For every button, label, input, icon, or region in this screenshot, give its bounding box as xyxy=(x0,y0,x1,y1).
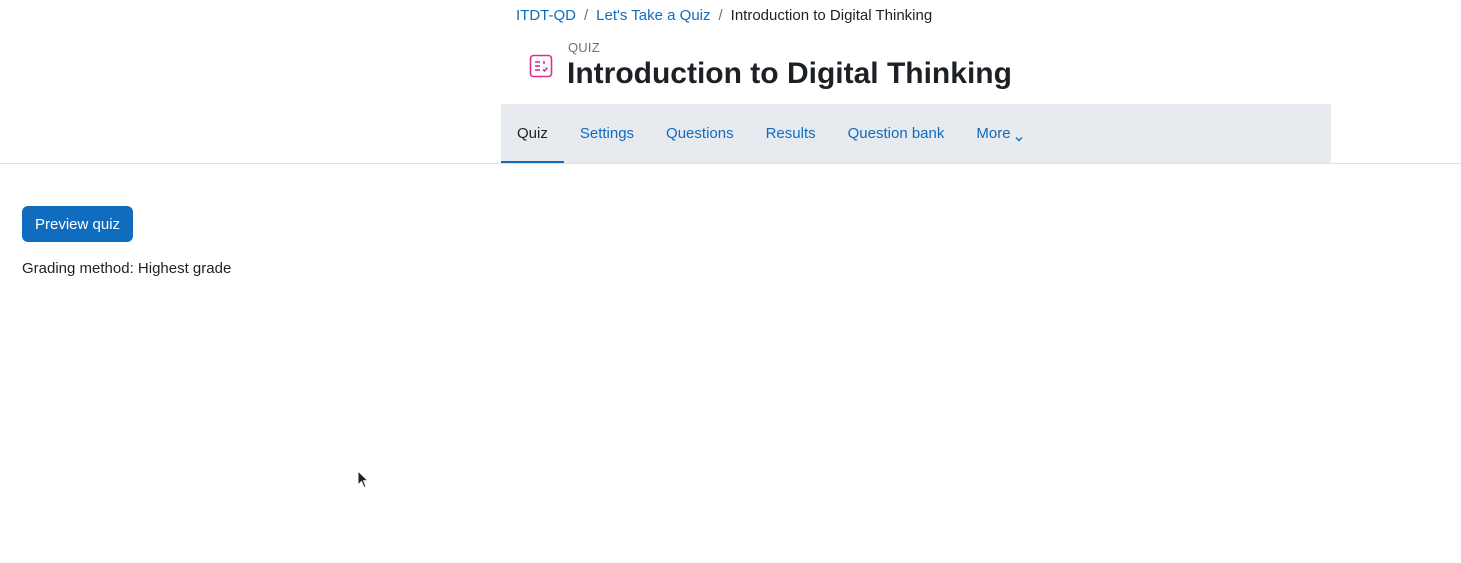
tab-label: Questions xyxy=(666,125,734,142)
page-title: Introduction to Digital Thinking xyxy=(567,57,1012,90)
header-divider xyxy=(0,163,1461,164)
tab-questions[interactable]: Questions xyxy=(650,104,750,163)
tab-settings[interactable]: Settings xyxy=(564,104,650,163)
mouse-pointer-icon xyxy=(357,469,370,489)
breadcrumb-link-section[interactable]: Let's Take a Quiz xyxy=(596,7,710,25)
tab-more[interactable]: More xyxy=(960,104,1038,163)
tab-label: Settings xyxy=(579,125,635,142)
tab-label: Question bank xyxy=(847,125,945,142)
tab-quiz[interactable]: Quiz xyxy=(501,104,564,164)
tab-question-bank[interactable]: Question bank xyxy=(832,104,961,163)
tab-results[interactable]: Results xyxy=(750,104,832,163)
grading-method-text: Grading method: Highest grade xyxy=(22,260,232,277)
quiz-icon xyxy=(529,54,553,78)
tab-label: Results xyxy=(765,125,816,142)
module-type-label: QUIZ xyxy=(568,40,600,55)
breadcrumb-link-course[interactable]: ITDT-QD xyxy=(516,7,576,25)
tab-label: Quiz xyxy=(517,125,548,142)
tab-label: More xyxy=(976,125,1011,142)
breadcrumb-separator: / xyxy=(584,7,589,24)
breadcrumb: ITDT-QD / Let's Take a Quiz / Introducti… xyxy=(516,7,932,25)
chevron-down-icon xyxy=(1015,130,1023,141)
breadcrumb-separator: / xyxy=(718,7,723,24)
secondary-navigation: Quiz Settings Questions Results Question… xyxy=(501,104,1331,164)
breadcrumb-current: Introduction to Digital Thinking xyxy=(730,7,933,24)
preview-quiz-button[interactable]: Preview quiz xyxy=(22,206,134,242)
